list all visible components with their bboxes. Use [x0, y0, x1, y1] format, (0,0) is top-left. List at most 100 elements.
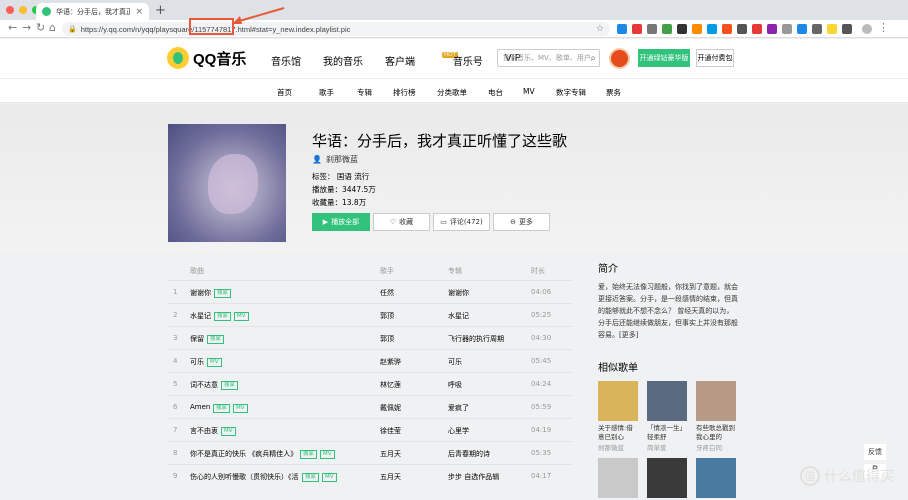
song-name[interactable]: 保留 — [190, 334, 204, 344]
playlist-cover[interactable] — [168, 124, 286, 242]
related-creator[interactable]: 牙疼白同 — [696, 442, 736, 452]
song-album[interactable]: 爱疯了 — [448, 403, 469, 413]
related-playlist[interactable]: 关于感情:借意已别心 刹那微蓝 — [598, 381, 638, 452]
related-playlist[interactable]: 流着泪听要追自己吧 — [647, 458, 687, 500]
menu-dots-icon[interactable]: ⋮ — [878, 21, 889, 34]
browser-tab[interactable]: 华语：分手后，我才真正听懂了 × — [36, 3, 149, 20]
song-singer[interactable]: 徐佳莹 — [380, 426, 401, 436]
close-window-button[interactable] — [6, 6, 14, 14]
subnav-singer[interactable]: 歌手 — [319, 87, 357, 98]
related-playlist[interactable]: 「情浓一生」轻柔舒 简单爱 — [647, 381, 687, 452]
subnav-home[interactable]: 首页 — [277, 87, 319, 98]
song-tag-badge[interactable]: MV — [233, 404, 248, 413]
nav-music-hall[interactable]: 音乐馆 — [271, 53, 301, 68]
table-row[interactable]: 3 保留 独家 郭顶 飞行器的执行周期 04:30 — [168, 326, 572, 349]
subnav-charts[interactable]: 排行榜 — [393, 87, 437, 98]
related-cover[interactable] — [647, 381, 687, 421]
extension-icon[interactable] — [767, 24, 777, 34]
more-button[interactable]: ⊖ 更多 — [493, 213, 550, 231]
related-cover[interactable] — [598, 458, 638, 498]
extension-icon[interactable] — [662, 24, 672, 34]
related-creator[interactable]: 简单爱 — [647, 442, 687, 452]
nav-music-account[interactable]: 音乐号 — [453, 53, 483, 68]
reload-icon[interactable]: ↻ — [36, 21, 45, 34]
extension-icon[interactable] — [842, 24, 852, 34]
extension-icon[interactable] — [797, 24, 807, 34]
intro-more-link[interactable]: [更多] — [619, 331, 638, 339]
song-tag-badge[interactable]: MV — [207, 358, 222, 367]
song-name[interactable]: Amen — [190, 403, 210, 411]
song-singer[interactable]: 赵紫骅 — [380, 357, 401, 367]
song-tag-badge[interactable]: MV — [234, 312, 249, 321]
extension-icon[interactable] — [722, 24, 732, 34]
extension-icon[interactable] — [827, 24, 837, 34]
song-singer[interactable]: 林忆莲 — [380, 380, 401, 390]
subnav-tickets[interactable]: 票务 — [606, 87, 636, 98]
extension-icon[interactable] — [707, 24, 717, 34]
extension-icon[interactable] — [677, 24, 687, 34]
related-cover[interactable] — [598, 381, 638, 421]
song-name[interactable]: 词不达意 — [190, 380, 218, 390]
song-album[interactable]: 水星记 — [448, 311, 469, 321]
extension-icon[interactable] — [647, 24, 657, 34]
qqmusic-logo[interactable]: QQ音乐 — [167, 47, 246, 69]
table-row[interactable]: 8 你不是真正的快乐 《疯兵精佳人》 独家 MV 五月天 后青春期的诗 05:35 — [168, 441, 572, 464]
pay-package-button[interactable]: 开通付费包 — [696, 49, 734, 67]
song-album[interactable]: 飞行器的执行周期 — [448, 334, 504, 344]
song-name[interactable]: 谢谢你 — [190, 288, 211, 298]
song-album[interactable]: 可乐 — [448, 357, 462, 367]
table-row[interactable]: 2 水星记 独家 MV 郭顶 水星记 05:25 — [168, 303, 572, 326]
subnav-mv[interactable]: MV — [523, 87, 556, 98]
bookmark-star-icon[interactable]: ☆ — [596, 24, 604, 34]
song-singer[interactable]: 任然 — [380, 288, 394, 298]
playlist-creator[interactable]: 👤 刹那微蓝 — [312, 154, 358, 165]
related-title-text[interactable]: 关于感情:借意已别心 — [598, 424, 638, 442]
related-playlist[interactable]: 「伤感」感叹的 — [598, 458, 638, 500]
extension-icon[interactable] — [782, 24, 792, 34]
tab-close-icon[interactable]: × — [135, 7, 143, 17]
song-singer[interactable]: 郭顶 — [380, 334, 394, 344]
song-name[interactable]: 你不是真正的快乐 《疯兵精佳人》 — [190, 449, 297, 459]
related-playlist[interactable]: 旧日：从此 — [696, 458, 736, 500]
table-row[interactable]: 7 言不由衷 MV 徐佳莹 心里学 04:19 — [168, 418, 572, 441]
extension-icon[interactable] — [812, 24, 822, 34]
green-vip-button[interactable]: 开通绿钻豪华版 — [638, 49, 690, 67]
back-icon[interactable]: ← — [8, 21, 17, 34]
search-input[interactable]: 搜索音乐、MV、歌单、用户 — [503, 53, 590, 63]
forward-icon[interactable]: → — [22, 21, 31, 34]
subnav-radio[interactable]: 电台 — [488, 87, 523, 98]
related-cover[interactable] — [696, 381, 736, 421]
extension-icon[interactable] — [692, 24, 702, 34]
song-name[interactable]: 言不由衷 — [190, 426, 218, 436]
table-row[interactable]: 4 可乐 MV 赵紫骅 可乐 05:45 — [168, 349, 572, 372]
nav-client[interactable]: 客户端HOT — [385, 52, 458, 68]
song-album[interactable]: 步步 自选作品辑 — [448, 472, 499, 482]
favorite-button[interactable]: ♡ 收藏 — [373, 213, 430, 231]
table-row[interactable]: 1 谢谢你 独家 任然 谢谢你 04:06 — [168, 280, 572, 303]
song-name[interactable]: 伤心的人别听慢歌（贯彻快乐）《活 — [190, 472, 299, 482]
extension-icon[interactable] — [737, 24, 747, 34]
subnav-digital-album[interactable]: 数字专辑 — [556, 87, 606, 98]
song-name[interactable]: 可乐 — [190, 357, 204, 367]
comment-button[interactable]: ▭ 评论(472) — [433, 213, 490, 231]
search-icon[interactable]: ⌕ — [590, 53, 596, 64]
subnav-playlists[interactable]: 分类歌单 — [437, 87, 488, 98]
extension-icon[interactable] — [752, 24, 762, 34]
play-all-button[interactable]: ▶ 播放全部 — [312, 213, 370, 231]
song-singer[interactable]: 五月天 — [380, 449, 401, 459]
extension-icon[interactable] — [632, 24, 642, 34]
related-cover[interactable] — [696, 458, 736, 498]
song-singer[interactable]: 郭顶 — [380, 311, 394, 321]
new-tab-icon[interactable]: + — [155, 3, 166, 18]
related-title-text[interactable]: 有些歌总戳到我心里的 — [696, 424, 736, 442]
song-album[interactable]: 呼吸 — [448, 380, 462, 390]
home-icon[interactable]: ⌂ — [49, 21, 56, 34]
song-tag-badge[interactable]: MV — [320, 450, 335, 459]
song-album[interactable]: 心里学 — [448, 426, 469, 436]
address-bar[interactable]: 🔒 https://y.qq.com/n/yqq/playsquare/1157… — [62, 22, 610, 36]
feedback-button[interactable]: 反馈 — [864, 444, 886, 460]
avatar[interactable] — [609, 48, 630, 69]
song-name[interactable]: 水星记 — [190, 311, 211, 321]
table-row[interactable]: 9 伤心的人别听慢歌（贯彻快乐）《活 独家 MV 五月天 步步 自选作品辑 04:17 — [168, 464, 572, 487]
nav-my-music[interactable]: 我的音乐 — [323, 53, 363, 68]
